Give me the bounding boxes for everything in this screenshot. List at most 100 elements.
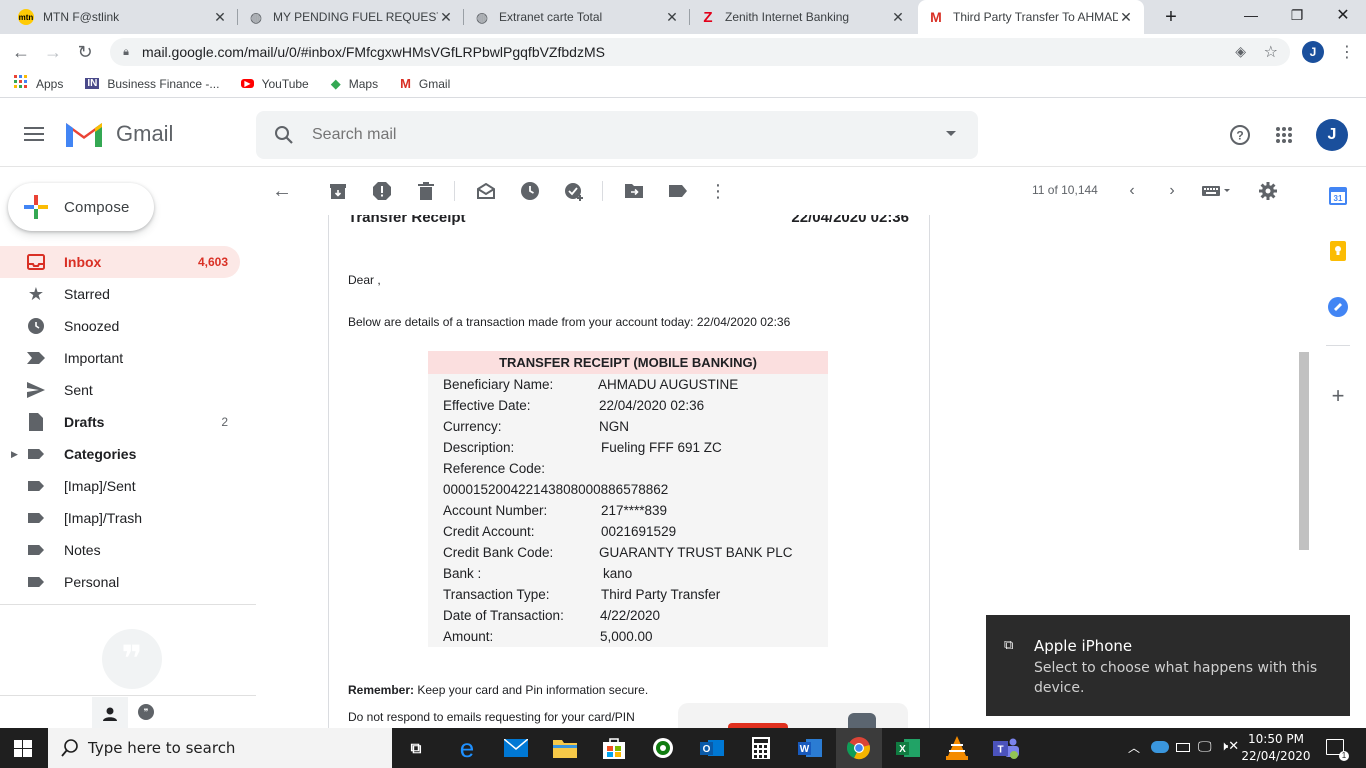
back-arrow-icon[interactable]: ← <box>6 37 36 67</box>
close-window-button[interactable]: ✕ <box>1320 0 1366 30</box>
get-addons-plus-icon[interactable]: + <box>1328 383 1348 408</box>
browser-tab[interactable]: Z Zenith Internet Banking ✕ <box>690 0 916 34</box>
add-to-tasks-icon[interactable] <box>562 179 586 203</box>
sidebar-item-sent[interactable]: Sent <box>0 374 240 406</box>
sidebar-item-imap-sent[interactable]: [Imap]/Sent <box>0 470 240 502</box>
main-menu-icon[interactable] <box>22 123 46 147</box>
minimize-button[interactable]: — <box>1228 0 1274 30</box>
search-input[interactable] <box>312 126 912 144</box>
store-icon[interactable] <box>600 734 628 762</box>
close-tab-icon[interactable]: ✕ <box>664 9 680 26</box>
browser-tab[interactable]: ◍ MY PENDING FUEL REQUESTS ✕ <box>238 0 464 34</box>
calendar-icon[interactable]: 31 <box>1328 186 1348 206</box>
taskbar-clock[interactable]: 10:50 PM 22/04/2020 <box>1236 731 1316 765</box>
reload-icon[interactable]: ↻ <box>70 37 100 67</box>
older-chevron-icon[interactable]: › <box>1160 179 1184 203</box>
browser-tab[interactable]: mtn MTN F@stlink ✕ <box>8 0 238 34</box>
back-to-inbox-icon[interactable]: ← <box>270 179 294 203</box>
sidebar-item-important[interactable]: Important <box>0 342 240 374</box>
xbox-app-icon[interactable] <box>649 734 677 762</box>
expand-arrow-icon[interactable]: ▶ <box>11 449 18 460</box>
sidebar-item-personal[interactable]: Personal <box>0 566 240 598</box>
search-bar[interactable] <box>256 111 978 159</box>
message-scrollbar[interactable] <box>1299 352 1309 550</box>
autoplay-notification[interactable]: ⧉ Apple iPhone Select to choose what hap… <box>986 615 1350 716</box>
sidebar-item-snoozed[interactable]: Snoozed <box>0 310 240 342</box>
search-options-icon[interactable] <box>946 131 956 136</box>
keep-icon[interactable] <box>1328 241 1348 261</box>
close-tab-icon[interactable]: ✕ <box>890 9 906 26</box>
battery-icon[interactable] <box>1176 743 1190 752</box>
sidebar-item-inbox[interactable]: Inbox 4,603 <box>0 246 240 278</box>
archive-icon[interactable] <box>326 179 350 203</box>
mail-app-icon[interactable] <box>502 734 530 762</box>
teams-icon[interactable]: T <box>992 734 1020 762</box>
apps-launcher-icon[interactable] <box>1272 123 1296 147</box>
account-avatar[interactable]: J <box>1316 119 1348 151</box>
intro-text: Below are details of a transaction made … <box>348 315 791 329</box>
network-icon[interactable]: 🖵︎ <box>1198 738 1212 755</box>
profile-avatar[interactable]: J <box>1302 41 1324 63</box>
browser-tab-strip: mtn MTN F@stlink ✕ ◍ MY PENDING FUEL REQ… <box>0 0 1366 34</box>
restore-button[interactable]: ❐ <box>1274 0 1320 30</box>
snooze-icon[interactable] <box>518 179 542 203</box>
sidebar-item-notes[interactable]: Notes <box>0 534 240 566</box>
word-icon[interactable]: W <box>796 734 824 762</box>
move-to-icon[interactable] <box>622 179 646 203</box>
outlook-icon[interactable]: O <box>698 734 726 762</box>
bookmark-youtube[interactable]: ▶ YouTube <box>241 77 309 91</box>
newer-chevron-icon[interactable]: ‹ <box>1120 179 1144 203</box>
sidebar-item-imap-trash[interactable]: [Imap]/Trash <box>0 502 240 534</box>
settings-gear-icon[interactable] <box>1256 179 1280 203</box>
mark-unread-icon[interactable] <box>474 179 498 203</box>
bookmark-maps[interactable]: ◆ Maps <box>331 76 378 92</box>
gmail-logo[interactable]: Gmail <box>64 119 173 149</box>
onedrive-icon[interactable] <box>1151 741 1169 753</box>
excel-icon[interactable]: X <box>894 734 922 762</box>
task-view-icon[interactable]: ⧉ <box>402 734 430 762</box>
close-tab-icon[interactable]: ✕ <box>212 9 228 26</box>
bookmark-gmail[interactable]: M Gmail <box>400 76 450 91</box>
close-tab-icon[interactable]: ✕ <box>1118 9 1134 26</box>
input-tools-icon[interactable] <box>1200 179 1234 203</box>
bookmark-apps[interactable]: Apps <box>14 75 63 92</box>
address-bar[interactable]: 🔒︎ mail.google.com/mail/u/0/#inbox/FMfcg… <box>110 38 1290 66</box>
bookmark-star-icon[interactable]: ☆ <box>1264 42 1278 62</box>
hangouts-quote-icon: ❞ <box>102 629 162 689</box>
edge-icon[interactable]: e <box>453 733 481 763</box>
message-body: Transfer Receipt 22/04/2020 02:36 Dear ,… <box>328 215 930 728</box>
sidebar-item-categories[interactable]: ▶ Categories <box>0 438 240 470</box>
taskbar-search-box[interactable]: Type here to search <box>48 728 392 768</box>
greeting-text: Dear , <box>348 273 381 287</box>
browser-tab[interactable]: ◍ Extranet carte Total ✕ <box>464 0 690 34</box>
start-windows-icon[interactable] <box>14 740 32 757</box>
receipt-value: AHMADU AUGUSTINE <box>598 377 739 392</box>
extension-icon[interactable]: ◈ <box>1235 43 1246 60</box>
calculator-icon[interactable] <box>747 734 775 762</box>
labels-icon[interactable] <box>666 179 690 203</box>
hangouts-contacts-tab[interactable] <box>92 697 128 731</box>
browser-tab-active[interactable]: M Third Party Transfer To AHMAD ✕ <box>918 0 1144 34</box>
chrome-icon[interactable] <box>845 734 873 762</box>
sidebar-item-drafts[interactable]: Drafts 2 <box>0 406 240 438</box>
more-options-icon[interactable]: ⋮ <box>706 179 730 203</box>
receipt-value: 5,000.00 <box>600 629 653 644</box>
close-tab-icon[interactable]: ✕ <box>438 9 454 26</box>
help-icon[interactable]: ? <box>1228 123 1252 147</box>
sidebar-item-starred[interactable]: ★ Starred <box>0 278 240 310</box>
show-hidden-icons-chevron[interactable]: ︿ <box>1128 739 1140 756</box>
hangouts-conversations-icon[interactable]: ❞ <box>138 704 154 720</box>
kebab-menu-icon[interactable]: ⋮ <box>1332 37 1362 67</box>
forward-arrow-icon[interactable]: → <box>38 37 68 67</box>
tasks-icon[interactable] <box>1328 297 1348 317</box>
file-explorer-icon[interactable] <box>551 734 579 762</box>
bookmark-business-finance[interactable]: IN Business Finance -... <box>85 77 219 91</box>
search-icon[interactable] <box>256 125 312 145</box>
delete-icon[interactable] <box>414 179 438 203</box>
receipt-value: Third Party Transfer <box>601 587 721 602</box>
receipt-value: 217****839 <box>601 503 668 518</box>
report-spam-icon[interactable] <box>370 179 394 203</box>
vlc-icon[interactable] <box>943 734 971 762</box>
new-tab-button[interactable]: + <box>1148 2 1194 32</box>
compose-button[interactable]: Compose <box>8 183 154 231</box>
